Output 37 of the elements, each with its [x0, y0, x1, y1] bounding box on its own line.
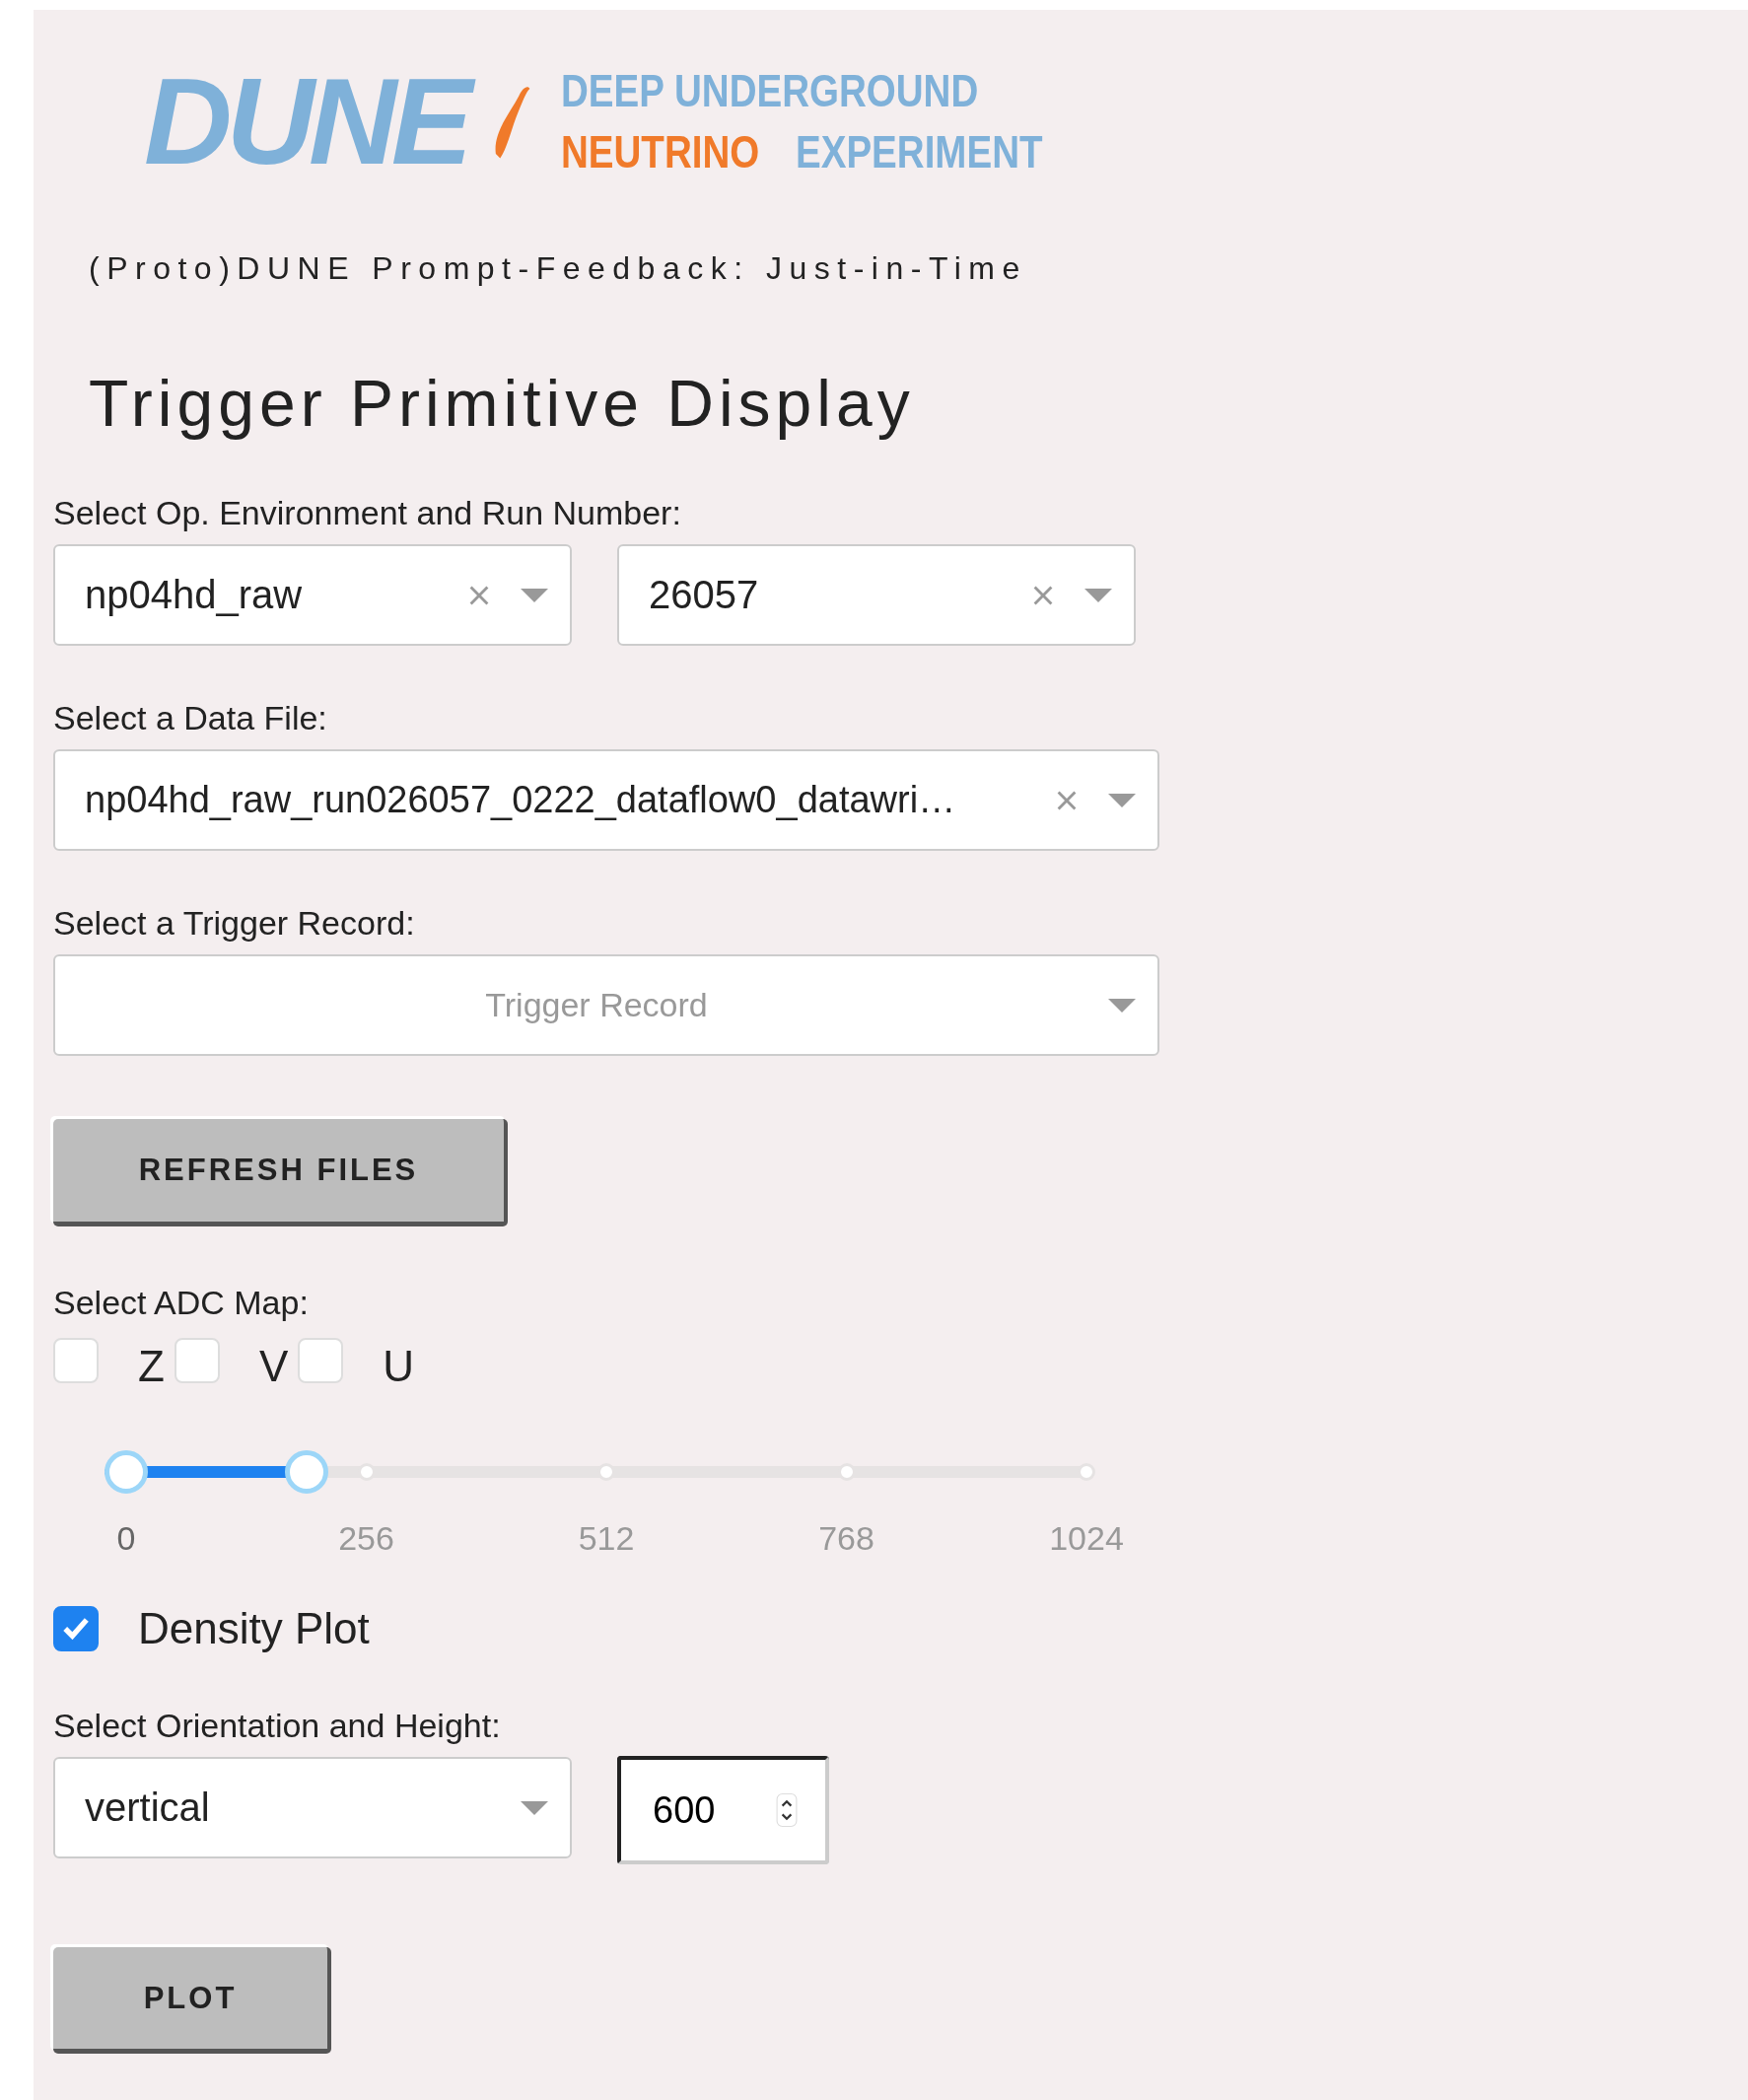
dropdown[interactable]: np04hd_raw_run026057_0222_dataflow0_datawri… — [53, 749, 1159, 851]
field-label: Select Orientation and Height: — [53, 1707, 501, 1745]
tick-label: 256 — [338, 1519, 394, 1558]
field-label: Select ADC Map: — [53, 1284, 309, 1322]
logo-text: DEEP UNDERGROUND — [561, 65, 979, 116]
page-title: Trigger Primitive Display — [89, 366, 915, 441]
field-label: Select Op. Environment and Run Number: — [53, 494, 681, 532]
tick-label: 0 — [116, 1519, 136, 1558]
dropdown[interactable]: 26057 — [617, 544, 1136, 646]
dropdown[interactable]: vertical — [53, 1757, 572, 1858]
refresh-files-button[interactable]: REFRESH FILES — [53, 1119, 508, 1226]
checkbox[interactable] — [53, 1606, 99, 1651]
logo-text: EXPERIMENT — [795, 126, 1043, 177]
caret-icon — [521, 588, 548, 602]
field-label: Select a Trigger Record: — [53, 904, 415, 943]
logo-wordmark: DUNE — [144, 47, 487, 195]
app-subtitle: (Proto)DUNE Prompt-Feedback: Just-in-Time — [89, 250, 1027, 287]
checkbox-label: U — [383, 1342, 415, 1391]
checkbox-label: V — [258, 1342, 289, 1391]
number-input[interactable]: 600 — [617, 1756, 829, 1864]
checkbox-label: Z — [138, 1342, 165, 1391]
checkbox-label: Density Plot — [138, 1604, 370, 1653]
slider-handle[interactable] — [285, 1450, 329, 1494]
caret-icon — [1084, 588, 1112, 602]
dropdown[interactable]: np04hd_raw — [53, 544, 572, 646]
caret-icon — [521, 1800, 548, 1815]
tick-dot — [1078, 1463, 1095, 1481]
plot-button[interactable]: PLOT — [53, 1947, 331, 2054]
tick-label: 512 — [578, 1519, 635, 1558]
caret-icon — [1108, 793, 1136, 807]
caret-icon — [1108, 998, 1136, 1013]
tick-label: 1024 — [1049, 1519, 1124, 1558]
slider-handle[interactable] — [105, 1450, 148, 1494]
field-label: Select a Data File: — [53, 699, 327, 737]
logo-text: NEUTRINO — [561, 126, 760, 177]
spinner-icon[interactable] — [776, 1792, 798, 1828]
tick-label: 768 — [818, 1519, 874, 1558]
